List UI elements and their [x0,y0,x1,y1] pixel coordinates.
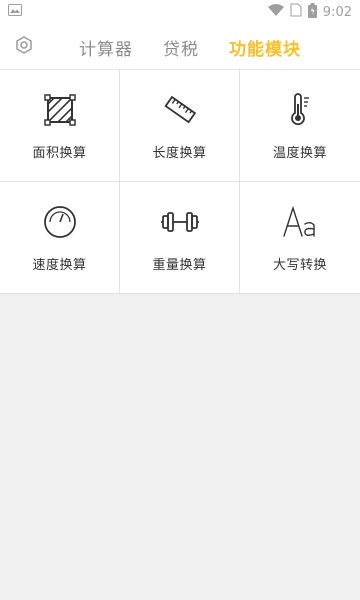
tab-loan-tax[interactable]: 贷税 [163,35,199,60]
tab-calculator[interactable]: 计算器 [79,35,133,60]
module-label: 面积换算 [32,146,87,161]
module-grid: 面积换算 长度换算 温度换算 速度换算 重量换算 大写转换 [0,70,360,294]
wifi-icon [267,4,284,20]
module-label: 温度换算 [272,146,327,161]
tab-bar: 计算器 贷税 功能模块 [0,24,360,70]
module-length-conversion[interactable]: 长度换算 [120,70,240,182]
module-label: 重量换算 [152,258,207,273]
module-weight-conversion[interactable]: 重量换算 [120,182,240,294]
status-time: 9:02 [322,4,352,20]
speedometer-icon [40,202,80,242]
module-area-conversion[interactable]: 面积换算 [0,70,120,182]
module-capital-conversion[interactable]: 大写转换 [240,182,360,294]
tab-function-modules[interactable]: 功能模块 [229,35,301,60]
area-icon [40,90,80,130]
dumbbell-icon [160,202,200,242]
sim-icon [290,3,302,21]
thermometer-icon [280,90,320,130]
top-header: 计算器 贷税 功能模块 [0,24,360,70]
module-speed-conversion[interactable]: 速度换算 [0,182,120,294]
battery-icon [307,2,317,22]
ruler-icon [160,90,200,130]
module-temperature-conversion[interactable]: 温度换算 [240,70,360,182]
font-aa-icon [280,202,320,242]
module-label: 大写转换 [272,258,327,273]
status-bar: 9:02 [0,0,360,24]
module-label: 长度换算 [152,146,207,161]
module-label: 速度换算 [32,258,87,273]
image-icon [8,4,22,20]
